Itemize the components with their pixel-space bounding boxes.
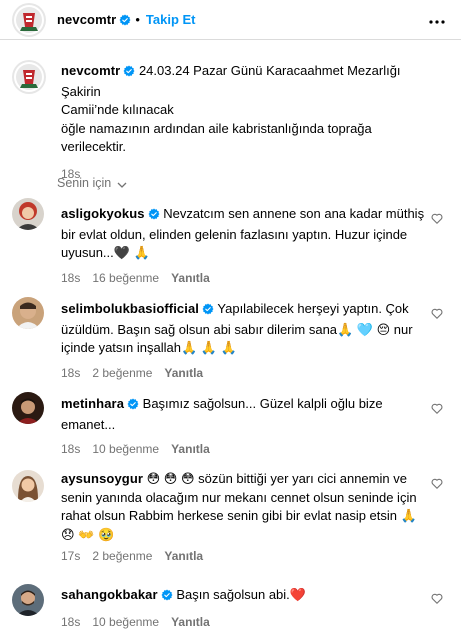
heart-outline-icon[interactable] bbox=[431, 592, 443, 607]
post-caption: nevcomtr 24.03.24 Pazar Günü Karacaahmet… bbox=[61, 62, 431, 183]
comment-sort-dropdown[interactable]: Senin için bbox=[57, 176, 127, 190]
comment-text: senin yanında olacağım nur mekanı cennet… bbox=[61, 489, 417, 505]
heart-outline-icon[interactable] bbox=[431, 212, 443, 227]
caption-username[interactable]: nevcomtr bbox=[61, 63, 120, 78]
comment-item: asligokyokus Nevzatcım sen annene son an… bbox=[61, 205, 431, 287]
more-options-icon[interactable] bbox=[429, 12, 445, 27]
comment-avatar-asligokyokus[interactable] bbox=[12, 198, 44, 230]
comment-likes[interactable]: 16 beğenme bbox=[92, 271, 159, 285]
comment-likes[interactable]: 2 beğenme bbox=[92, 366, 152, 380]
comment-text: 😳 😳 😳 sözün bittiği yer yarı cici annemi… bbox=[146, 471, 407, 486]
comment-likes[interactable]: 10 beğenme bbox=[92, 442, 159, 456]
caption-text-line4: verilecektir. bbox=[61, 139, 127, 154]
comment-text: 😞 👐 🥹 bbox=[61, 526, 115, 542]
header-avatar[interactable] bbox=[12, 3, 46, 37]
caption-avatar[interactable] bbox=[12, 60, 46, 94]
follow-button[interactable]: Takip Et bbox=[146, 12, 196, 27]
comment-likes[interactable]: 2 beğenme bbox=[92, 549, 152, 563]
verified-badge-icon bbox=[127, 397, 139, 416]
header-user-row: nevcomtr • Takip Et bbox=[57, 12, 196, 29]
comment-avatar-selimbolukbasiofficial[interactable] bbox=[12, 297, 44, 329]
reply-button[interactable]: Yanıtla bbox=[164, 366, 203, 380]
comment-username[interactable]: asligokyokus bbox=[61, 206, 145, 221]
comment-text: emanet... bbox=[61, 416, 116, 432]
comment-avatar-aysunsoygur[interactable] bbox=[12, 470, 44, 502]
comment-text: rahat olsun Rabbim herkese senin gibi bi… bbox=[61, 508, 417, 523]
heart-outline-icon[interactable] bbox=[431, 307, 443, 322]
post-header: nevcomtr • Takip Et bbox=[0, 0, 461, 40]
comment-item: sahangokbakar Başın sağolsun abi.❤️ 18s 1… bbox=[61, 586, 431, 631]
comment-username[interactable]: metinhara bbox=[61, 396, 124, 411]
comment-item: selimbolukbasiofficial Yapılabilecek her… bbox=[61, 300, 431, 382]
reply-button[interactable]: Yanıtla bbox=[171, 271, 210, 285]
comment-sort-label: Senin için bbox=[57, 176, 112, 190]
comment-time: 18s bbox=[61, 270, 81, 285]
comment-text: içinde yatsın inşallah🙏 🙏 🙏 bbox=[61, 340, 237, 355]
verified-badge-icon bbox=[148, 207, 160, 226]
comment-text: Başımız sağolsun... Güzel kalpli oğlu bi… bbox=[142, 396, 383, 411]
chevron-down-icon bbox=[115, 176, 127, 190]
comment-time: 18s bbox=[61, 442, 81, 456]
comment-username[interactable]: selimbolukbasiofficial bbox=[61, 301, 199, 316]
comment-time: 18s bbox=[61, 614, 81, 629]
comment-likes[interactable]: 10 beğenme bbox=[92, 615, 159, 629]
comment-username[interactable]: sahangokbakar bbox=[61, 587, 158, 602]
header-username[interactable]: nevcomtr bbox=[57, 12, 116, 27]
comment-text: uyusun...🖤 🙏 bbox=[61, 245, 150, 260]
verified-badge-icon bbox=[161, 588, 173, 607]
comment-text: Yapılabilecek herşeyi yaptın. Çok bbox=[217, 301, 409, 316]
reply-button[interactable]: Yanıtla bbox=[164, 549, 203, 563]
heart-outline-icon[interactable] bbox=[431, 477, 443, 492]
verified-badge-icon bbox=[202, 302, 214, 321]
verified-badge-icon bbox=[123, 64, 135, 83]
comment-text: Başın sağolsun abi.❤️ bbox=[176, 587, 306, 602]
comment-text: üzüldüm. Başın sağ olsun abi sabır diler… bbox=[61, 321, 413, 337]
comment-item: metinhara Başımız sağolsun... Güzel kalp… bbox=[61, 395, 431, 459]
comment-avatar-sahangokbakar[interactable] bbox=[12, 584, 44, 616]
header-separator: • bbox=[135, 12, 140, 27]
reply-button[interactable]: Yanıtla bbox=[171, 615, 210, 629]
comment-item: aysunsoygur 😳 😳 😳 sözün bittiği yer yarı… bbox=[61, 470, 431, 566]
heart-outline-icon[interactable] bbox=[431, 402, 443, 417]
comment-text: Nevzatcım sen annene son ana kadar müthi… bbox=[163, 206, 425, 221]
caption-text-line2: Camii’nde kılınacak bbox=[61, 102, 174, 117]
comment-username[interactable]: aysunsoygur bbox=[61, 471, 143, 486]
comment-avatar-metinhara[interactable] bbox=[12, 392, 44, 424]
comment-time: 17s bbox=[61, 549, 81, 563]
verified-badge-icon bbox=[119, 14, 131, 29]
caption-text-line3: öğle namazının ardından aile kabristanlı… bbox=[61, 120, 372, 136]
comment-time: 18s bbox=[61, 365, 81, 380]
comment-text: bir evlat oldun, elinden gelenin fazlası… bbox=[61, 226, 408, 242]
reply-button[interactable]: Yanıtla bbox=[171, 442, 210, 456]
